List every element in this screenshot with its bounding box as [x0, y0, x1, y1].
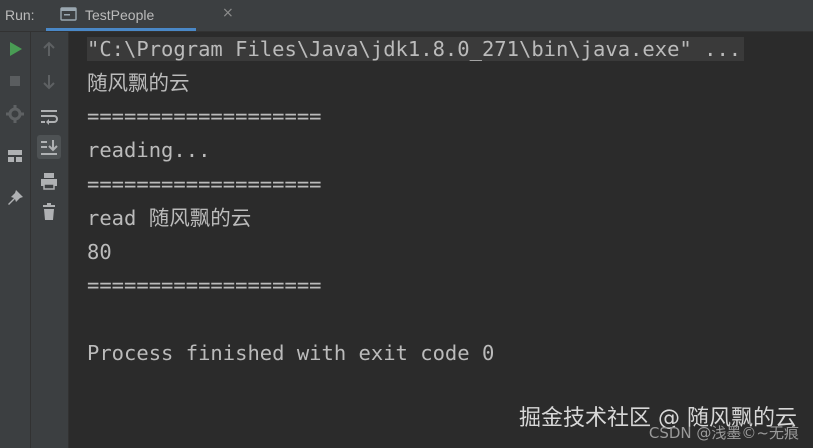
trash-icon[interactable] — [37, 200, 61, 224]
console-line: 80 — [87, 240, 112, 264]
console-line: =================== — [87, 104, 322, 128]
run-toolbar-primary — [0, 32, 31, 448]
run-tab-bar: Run: TestPeople × — [0, 0, 813, 32]
watermark-sub: CSDN @浅墨©~无痕 — [648, 424, 799, 442]
console-line: =================== — [87, 273, 322, 297]
tab-label: TestPeople — [85, 7, 155, 23]
stop-icon[interactable] — [3, 69, 27, 93]
pin-icon[interactable] — [3, 186, 27, 210]
print-icon[interactable] — [37, 169, 61, 193]
console-line-exit: Process finished with exit code 0 — [87, 341, 495, 365]
scroll-to-end-icon[interactable] — [37, 135, 61, 159]
run-tool-window: Run: TestPeople × "C:\Program Files\Java… — [0, 0, 813, 448]
run-toolbar-secondary — [31, 32, 69, 448]
close-icon[interactable]: × — [222, 6, 234, 20]
console-line: 随风飘的云 — [87, 71, 190, 95]
console-line: =================== — [87, 172, 322, 196]
console-line: read 随风飘的云 — [87, 206, 252, 230]
tab-active-indicator — [46, 28, 196, 31]
layout-icon[interactable] — [3, 144, 27, 168]
console-line-command: "C:\Program Files\Java\jdk1.8.0_271\bin\… — [87, 37, 745, 61]
restore-layout-icon[interactable] — [3, 102, 27, 126]
down-arrow-icon[interactable] — [37, 70, 61, 94]
soft-wrap-icon[interactable] — [37, 104, 61, 128]
run-label: Run: — [5, 7, 35, 23]
run-icon[interactable] — [3, 37, 27, 61]
run-config-icon — [60, 7, 77, 21]
console-output[interactable]: "C:\Program Files\Java\jdk1.8.0_271\bin\… — [69, 32, 813, 448]
console-line: reading... — [87, 138, 211, 162]
up-arrow-icon[interactable] — [37, 37, 61, 61]
tab-testpeople[interactable]: TestPeople × — [46, 0, 234, 31]
